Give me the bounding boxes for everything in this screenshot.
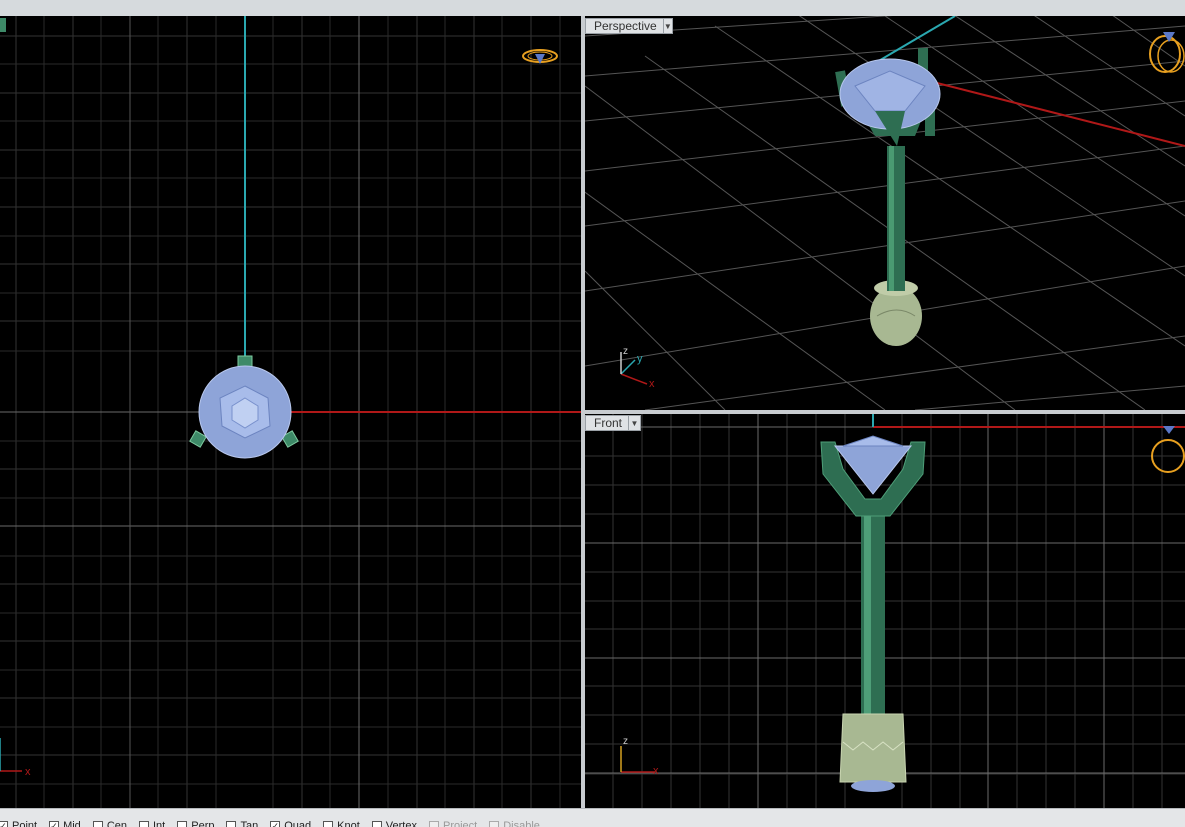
persp-axis-z-label: z bbox=[623, 346, 628, 357]
viewport-front[interactable]: x z Front ▼ bbox=[585, 414, 1185, 808]
perspective-y-axis bbox=[869, 16, 956, 67]
persp-axis-x-label: x bbox=[649, 378, 655, 390]
osnap-checkbox[interactable]: ✓ bbox=[0, 821, 8, 827]
osnap-checkbox[interactable] bbox=[371, 821, 382, 827]
perspective-view-canvas[interactable]: x y z bbox=[585, 16, 1185, 410]
osnap-checkbox bbox=[428, 821, 439, 827]
chevron-down-icon[interactable]: ▼ bbox=[662, 19, 672, 33]
osnap-checkbox[interactable] bbox=[323, 821, 334, 827]
front-viewport-tab[interactable]: Front ▼ bbox=[585, 415, 641, 431]
pendant-front-model[interactable] bbox=[820, 435, 926, 792]
front-axis-indicator: x z bbox=[620, 736, 659, 777]
perspective-axis-indicator: x y z bbox=[620, 346, 655, 390]
pendant-perspective-model[interactable] bbox=[835, 48, 941, 346]
front-view-canvas[interactable]: x z bbox=[585, 414, 1185, 808]
osnap-bar: ✓Point✓MidCenIntPerpTan✓QuadKnotVertexPr… bbox=[0, 808, 1185, 827]
front-gumball-icon[interactable] bbox=[1151, 426, 1185, 473]
persp-axis-y-label: y bbox=[637, 353, 643, 365]
title-strip bbox=[0, 0, 1185, 17]
front-axis-x-label: x bbox=[653, 765, 659, 777]
osnap-checkbox[interactable] bbox=[92, 821, 103, 827]
perspective-gumball-icon[interactable] bbox=[1149, 32, 1185, 73]
chevron-down-icon[interactable]: ▼ bbox=[628, 416, 640, 430]
perspective-viewport-label: Perspective bbox=[594, 19, 657, 33]
top-view-canvas[interactable]: x bbox=[0, 16, 581, 808]
osnap-checkbox[interactable]: ✓ bbox=[49, 821, 60, 827]
top-gumball-icon[interactable] bbox=[522, 49, 558, 64]
osnap-checkbox[interactable] bbox=[177, 821, 188, 827]
top-axis-x-label: x bbox=[25, 766, 31, 778]
viewport-corner-marker bbox=[0, 18, 6, 32]
front-axis-z-label: z bbox=[623, 736, 628, 747]
osnap-checkbox bbox=[489, 821, 500, 827]
osnap-checkbox[interactable]: ✓ bbox=[270, 821, 281, 827]
perspective-viewport-tab[interactable]: Perspective ▼ bbox=[585, 18, 673, 34]
osnap-list: ✓Point✓MidCenIntPerpTan✓QuadKnotVertexPr… bbox=[0, 809, 552, 827]
front-viewport-label: Front bbox=[594, 416, 623, 430]
viewport-perspective[interactable]: x y z Perspective ▼ bbox=[585, 16, 1185, 410]
osnap-checkbox[interactable] bbox=[226, 821, 237, 827]
viewport-top[interactable]: x bbox=[0, 16, 581, 808]
osnap-checkbox[interactable] bbox=[139, 821, 149, 827]
gem-top-view[interactable] bbox=[189, 355, 299, 459]
